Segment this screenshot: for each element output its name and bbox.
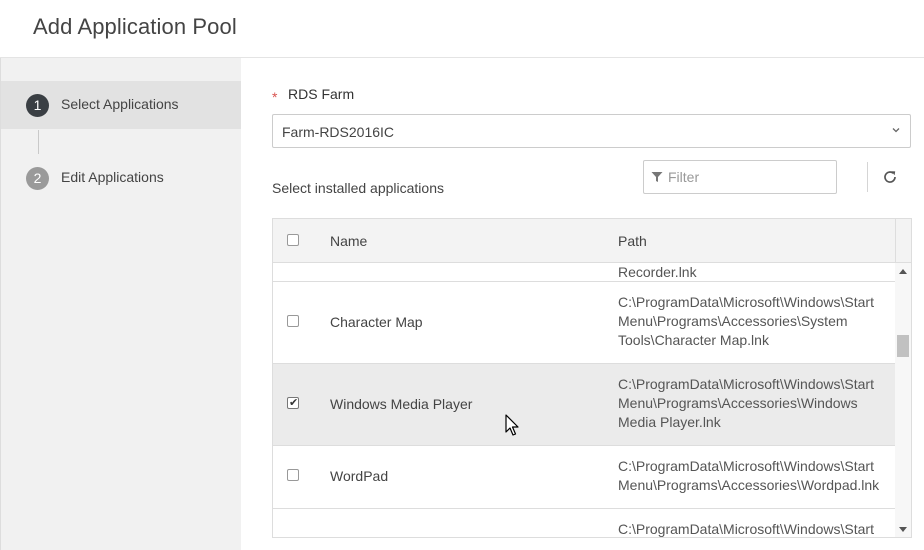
table-row-selected[interactable]: ✔ Windows Media Player C:\ProgramData\Mi… [273, 364, 895, 446]
step-number-badge: 1 [26, 94, 49, 117]
main-panel: * RDS Farm Farm-RDS2016IC Select install… [241, 58, 924, 550]
scroll-down-arrow-icon[interactable] [899, 527, 907, 532]
filter-box [643, 160, 837, 194]
toolbar-divider [867, 162, 868, 192]
select-all-checkbox[interactable] [287, 234, 299, 246]
step-number-badge: 2 [26, 167, 49, 190]
refresh-icon[interactable] [881, 168, 899, 186]
rds-farm-select[interactable]: Farm-RDS2016IC [272, 114, 911, 148]
table-body: Recorder.lnk Character Map C:\ProgramDat… [273, 263, 895, 537]
column-header-name[interactable]: Name [330, 233, 367, 249]
section-label: Select installed applications [272, 180, 444, 196]
dialog-header: Add Application Pool [0, 0, 924, 58]
table-row[interactable]: Recorder.lnk [273, 263, 895, 282]
step-label: Edit Applications [61, 169, 164, 185]
row-name: Windows Media Player [330, 396, 473, 412]
table-header: Name Path [273, 219, 911, 263]
table-row[interactable]: Character Map C:\ProgramData\Microsoft\W… [273, 282, 895, 364]
filter-icon [651, 172, 663, 182]
applications-table: Name Path Recorder.lnk Character Map C:\… [272, 218, 912, 538]
wizard-step-select-applications[interactable]: 1 Select Applications [1, 81, 242, 129]
row-checkbox[interactable] [287, 469, 299, 481]
table-row[interactable]: WordPad C:\ProgramData\Microsoft\Windows… [273, 446, 895, 509]
row-path: C:\ProgramData\Microsoft\Windows\Start M… [618, 376, 874, 430]
chevron-down-icon [892, 128, 900, 133]
row-path: C:\ProgramData\Microsoft\Windows\Start [618, 521, 874, 537]
header-divider [895, 219, 896, 263]
filter-input[interactable] [668, 167, 828, 187]
row-checkbox[interactable] [287, 315, 299, 327]
column-header-path[interactable]: Path [618, 233, 647, 249]
table-row[interactable]: C:\ProgramData\Microsoft\Windows\Start [273, 509, 895, 537]
scroll-up-arrow-icon[interactable] [899, 269, 907, 274]
wizard-step-edit-applications[interactable]: 2 Edit Applications [1, 154, 242, 202]
table-scrollbar[interactable] [895, 263, 911, 537]
rds-farm-label: RDS Farm [288, 86, 355, 102]
dialog-title: Add Application Pool [33, 14, 237, 39]
required-marker: * [272, 89, 278, 105]
row-name: Character Map [330, 314, 423, 330]
wizard-sidebar: 1 Select Applications 2 Edit Application… [0, 58, 242, 550]
checkmark-icon: ✔ [289, 397, 299, 409]
step-label: Select Applications [61, 96, 179, 112]
rds-farm-value: Farm-RDS2016IC [282, 124, 395, 140]
row-name: WordPad [330, 468, 389, 484]
row-path: C:\ProgramData\Microsoft\Windows\Start M… [618, 458, 880, 493]
row-path: Recorder.lnk [618, 264, 697, 280]
scrollbar-thumb[interactable] [897, 335, 909, 357]
step-connector [38, 130, 39, 154]
row-checkbox-checked[interactable]: ✔ [287, 397, 299, 409]
row-path: C:\ProgramData\Microsoft\Windows\Start M… [618, 294, 874, 348]
